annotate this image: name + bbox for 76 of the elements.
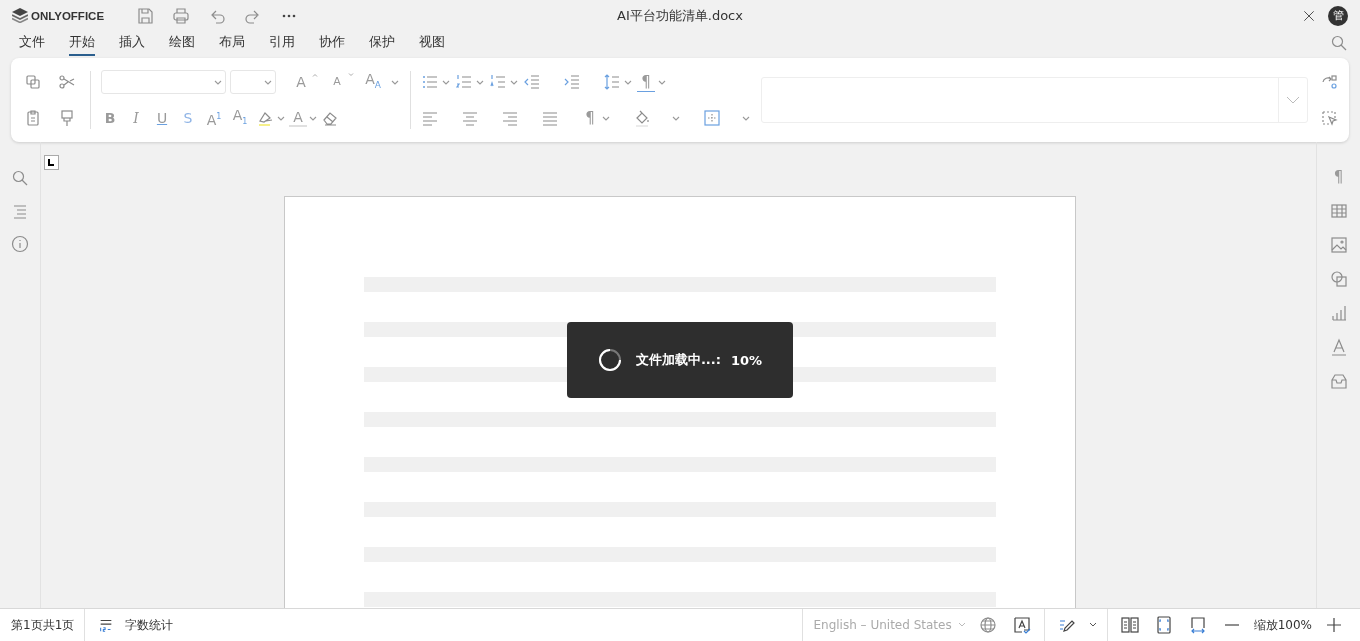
mail-merge-icon[interactable] [1329,372,1348,390]
text-direction-button[interactable]: ¶ [637,72,655,92]
format-painter-icon[interactable] [58,109,76,127]
document-title: AI平台功能清单.docx [617,6,743,25]
loading-percent: 10% [730,352,763,368]
up-caret-icon [312,73,318,77]
menu-tab[interactable]: 开始 [69,30,95,56]
loading-message: 文件加载中...: [635,351,721,369]
format-button[interactable]: A$_{1}$ [231,105,249,131]
caret-icon [1286,95,1300,105]
word-count-link[interactable]: 字数统计 [125,616,174,634]
page-indicator: 第1页共1页 [11,616,75,634]
change-case-icon[interactable] [1320,73,1338,91]
search-icon[interactable] [1330,34,1348,52]
zoom-in-icon[interactable] [1325,616,1343,634]
increase-font-button[interactable]: A [292,73,310,91]
search-icon[interactable] [11,169,29,187]
increase-indent-icon[interactable] [563,73,581,91]
format-button[interactable]: B [101,109,119,127]
shading-icon[interactable] [633,109,651,127]
paste-icon[interactable] [24,109,42,127]
menu-tab[interactable]: 保护 [369,30,395,56]
line-spacing-icon[interactable] [603,73,621,91]
menu-tab[interactable]: 文件 [19,30,45,56]
font-color-button[interactable]: A [289,109,307,127]
nonprinting-button[interactable]: ¶ [581,109,599,127]
justify-icon[interactable] [541,109,559,127]
numbered-list-icon[interactable] [455,73,473,91]
paragraph-settings-button[interactable]: ¶ [1329,168,1348,186]
down-caret-icon [348,73,354,77]
spellcheck-icon[interactable] [1012,616,1031,634]
shapes-icon[interactable] [1329,270,1348,288]
caret-icon [1088,622,1097,628]
decrease-font-button[interactable]: A [328,73,346,91]
change-case-button[interactable]: A$_{A}$ [364,70,382,94]
copy-icon[interactable] [24,73,42,91]
text-art-icon[interactable] [1329,338,1348,356]
fit-width-icon[interactable] [1188,616,1207,634]
menu-tab[interactable]: 插入 [119,30,145,56]
menu-tab[interactable]: 视图 [419,30,445,56]
align-right-icon[interactable] [501,109,519,127]
image-icon[interactable] [1329,236,1348,254]
caret-icon [957,622,966,628]
multilevel-list-icon[interactable] [489,73,507,91]
print-icon[interactable] [172,6,191,25]
close-icon[interactable] [1302,8,1316,23]
zoom-level: 缩放100% [1253,616,1312,634]
spinner-icon [597,348,622,372]
table-icon[interactable] [1329,202,1348,220]
menu-tab[interactable]: 引用 [269,30,295,56]
select-icon[interactable] [1320,109,1338,127]
align-left-icon[interactable] [421,109,439,127]
outline-icon[interactable] [11,202,29,220]
logo-text: ONLYOFFICE [31,9,105,22]
chart-icon[interactable] [1329,304,1348,322]
save-icon[interactable] [136,6,155,25]
format-button[interactable]: U [153,109,171,127]
menu-tab[interactable]: 协作 [319,30,345,56]
borders-icon[interactable] [703,109,721,127]
format-button[interactable]: I [127,109,145,127]
align-center-icon[interactable] [461,109,479,127]
format-button[interactable]: S [179,109,197,127]
bullet-list-icon[interactable] [421,73,439,91]
tab-stop-icon[interactable] [44,155,59,170]
user-avatar[interactable]: 管 [1328,5,1348,26]
two-pages-icon[interactable] [1120,616,1139,634]
globe-icon[interactable] [978,616,997,634]
info-icon[interactable] [11,235,29,253]
cut-icon[interactable] [58,73,76,91]
menu-tab[interactable]: 绘图 [169,30,195,56]
decrease-indent-icon[interactable] [523,73,541,91]
logo-icon [12,8,28,23]
format-button[interactable]: A$^{1}$ [205,107,223,129]
menu-tab[interactable]: 布局 [219,30,245,56]
language-select[interactable]: English – United States [813,618,952,632]
fit-page-icon[interactable] [1154,616,1173,634]
